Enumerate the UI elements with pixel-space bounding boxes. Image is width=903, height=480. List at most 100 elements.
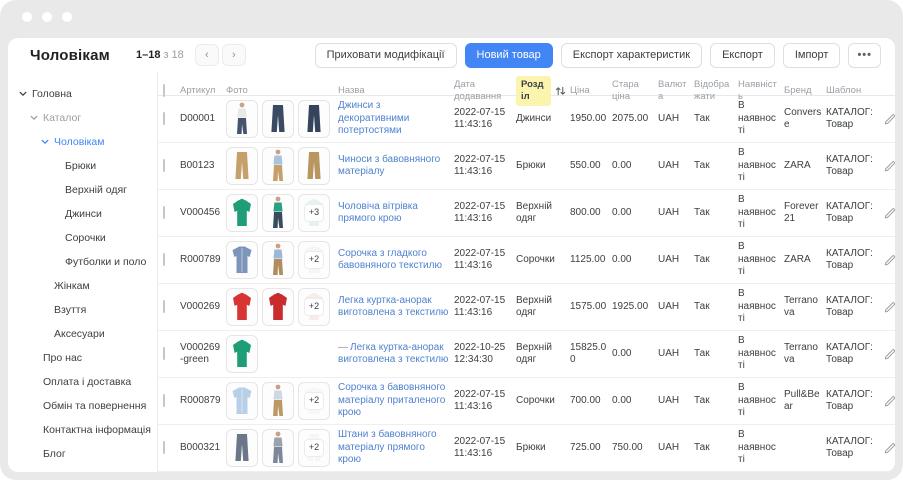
sidebar-item-оплата-і-доставка[interactable]: Оплата і доставка xyxy=(8,370,157,394)
template-cell: КАТАЛОГ: Товар xyxy=(826,432,884,465)
chevron-down-icon[interactable] xyxy=(18,89,28,99)
row-checkbox[interactable] xyxy=(163,300,165,313)
action-button-3[interactable]: Експорт xyxy=(710,43,775,68)
photo-cell xyxy=(226,331,338,377)
product-photo[interactable] xyxy=(298,147,330,185)
currency-cell: UAH xyxy=(658,438,694,459)
action-button-2[interactable]: Експорт характеристик xyxy=(561,43,702,68)
product-photo[interactable] xyxy=(226,429,258,467)
sidebar-item-обмін-та-повернення[interactable]: Обмін та повернення xyxy=(8,394,157,418)
more-actions-button[interactable]: ••• xyxy=(848,43,881,68)
product-photo[interactable] xyxy=(226,335,258,373)
edit-icon[interactable] xyxy=(884,347,895,361)
sidebar-item-угода-користувача[interactable]: Угода користувача xyxy=(8,466,157,472)
row-actions xyxy=(884,343,895,365)
sidebar-item-жінкам[interactable]: Жінкам xyxy=(8,274,157,298)
product-photo[interactable]: +3 xyxy=(298,194,330,232)
edit-icon[interactable] xyxy=(884,253,895,267)
edit-icon[interactable] xyxy=(884,112,895,126)
product-photo[interactable] xyxy=(226,147,258,185)
sidebar-item-верхній-одяг[interactable]: Верхній одяг xyxy=(8,178,157,202)
sku-cell: V000456 xyxy=(180,203,226,224)
product-photo[interactable] xyxy=(226,382,258,420)
product-photo[interactable] xyxy=(298,100,330,138)
row-checkbox[interactable] xyxy=(163,159,165,172)
action-button-4[interactable]: Імпорт xyxy=(783,43,841,68)
old-price-cell: 0.00 xyxy=(612,156,658,177)
row-checkbox[interactable] xyxy=(163,112,165,125)
chevron-down-icon[interactable] xyxy=(29,113,39,123)
sku-cell: R000789 xyxy=(180,250,226,271)
select-all-checkbox[interactable] xyxy=(163,84,165,97)
edit-icon[interactable] xyxy=(884,300,895,314)
action-button-0[interactable]: Приховати модифікації xyxy=(315,43,457,68)
section-cell: Брюки xyxy=(516,156,570,177)
photo-cell: +3 xyxy=(226,190,338,236)
sidebar-item-label: Верхній одяг xyxy=(65,184,127,196)
price-cell: 1950.00 xyxy=(570,109,612,130)
product-name-link[interactable]: Легка куртка-анорак виготовлена з тексти… xyxy=(338,342,448,366)
sidebar-item-джинси[interactable]: Джинси xyxy=(8,202,157,226)
product-photo[interactable] xyxy=(226,194,258,232)
sidebar-item-блог[interactable]: Блог xyxy=(8,442,157,466)
product-photo[interactable]: +2 xyxy=(298,241,330,279)
sidebar-item-про-нас[interactable]: Про нас xyxy=(8,346,157,370)
currency-cell: UAH xyxy=(658,297,694,318)
product-name-link[interactable]: Чиноси з бавовняного матеріалу xyxy=(338,154,440,178)
row-checkbox[interactable] xyxy=(163,206,165,219)
product-photo[interactable]: +2 xyxy=(298,288,330,326)
header-actions: Приховати модифікації Новий товар Експорт … xyxy=(315,43,881,68)
sidebar-item-каталог[interactable]: Каталог xyxy=(8,106,157,130)
product-photo[interactable] xyxy=(262,100,294,138)
sidebar-item-сорочки[interactable]: Сорочки xyxy=(8,226,157,250)
chevron-down-icon xyxy=(51,257,61,267)
next-page-button[interactable]: › xyxy=(222,44,246,66)
product-name-link[interactable]: Джинси з декоративними потертостями xyxy=(338,100,409,136)
product-name-link[interactable]: Легка куртка-анорак виготовлена з тексти… xyxy=(338,295,448,319)
product-photo[interactable] xyxy=(262,147,294,185)
product-name-link[interactable]: Сорочка з гладкого бавовняного текстилю xyxy=(338,248,442,272)
sidebar-item-брюки[interactable]: Брюки xyxy=(8,154,157,178)
sidebar-item-головна[interactable]: Головна xyxy=(8,82,157,106)
product-photo[interactable] xyxy=(226,288,258,326)
product-photo[interactable]: +2 xyxy=(298,382,330,420)
sort-toggle-icon[interactable] xyxy=(555,86,566,96)
display-cell: Так xyxy=(694,344,738,365)
sidebar-item-аксесуари[interactable]: Аксесуари xyxy=(8,322,157,346)
photo-cell: +2 xyxy=(226,378,338,424)
section-cell: Верхній одяг xyxy=(516,197,570,230)
sku-cell: D00001 xyxy=(180,109,226,130)
sidebar-item-контактна-інформація[interactable]: Контактна інформація xyxy=(8,418,157,442)
product-photo[interactable] xyxy=(262,429,294,467)
more-photos-badge: +3 xyxy=(304,204,324,221)
edit-icon[interactable] xyxy=(884,394,895,408)
sidebar-item-чоловікам[interactable]: Чоловікам xyxy=(8,130,157,154)
row-checkbox[interactable] xyxy=(163,394,165,407)
brand-cell xyxy=(784,444,826,452)
product-photo[interactable] xyxy=(262,382,294,420)
sidebar-item-взуття[interactable]: Взуття xyxy=(8,298,157,322)
product-photo[interactable]: +2 xyxy=(298,429,330,467)
product-name-link[interactable]: Штани з бавовняного матеріалу прямого кр… xyxy=(338,429,437,465)
display-cell: Так xyxy=(694,203,738,224)
chevron-down-icon[interactable] xyxy=(40,137,50,147)
edit-icon[interactable] xyxy=(884,159,895,173)
brand-cell: ZARA xyxy=(784,156,826,177)
edit-icon[interactable] xyxy=(884,206,895,220)
product-photo[interactable] xyxy=(262,288,294,326)
sidebar-item-футболки-и-поло[interactable]: Футболки и поло xyxy=(8,250,157,274)
edit-icon[interactable] xyxy=(884,441,895,455)
price-cell: 1125.00 xyxy=(570,250,612,271)
product-photo[interactable] xyxy=(226,241,258,279)
row-checkbox[interactable] xyxy=(163,441,165,454)
product-photo[interactable] xyxy=(226,100,258,138)
stock-cell: В наявності xyxy=(738,143,784,189)
row-checkbox[interactable] xyxy=(163,253,165,266)
action-button-1[interactable]: Новий товар xyxy=(465,43,553,68)
prev-page-button[interactable]: ‹ xyxy=(195,44,219,66)
product-name-link[interactable]: Сорочка з бавовняного матеріалу притален… xyxy=(338,382,445,418)
product-photo[interactable] xyxy=(262,241,294,279)
product-photo[interactable] xyxy=(262,194,294,232)
row-checkbox[interactable] xyxy=(163,347,165,360)
product-name-link[interactable]: Чоловіча вітрівка прямого крою xyxy=(338,201,418,225)
